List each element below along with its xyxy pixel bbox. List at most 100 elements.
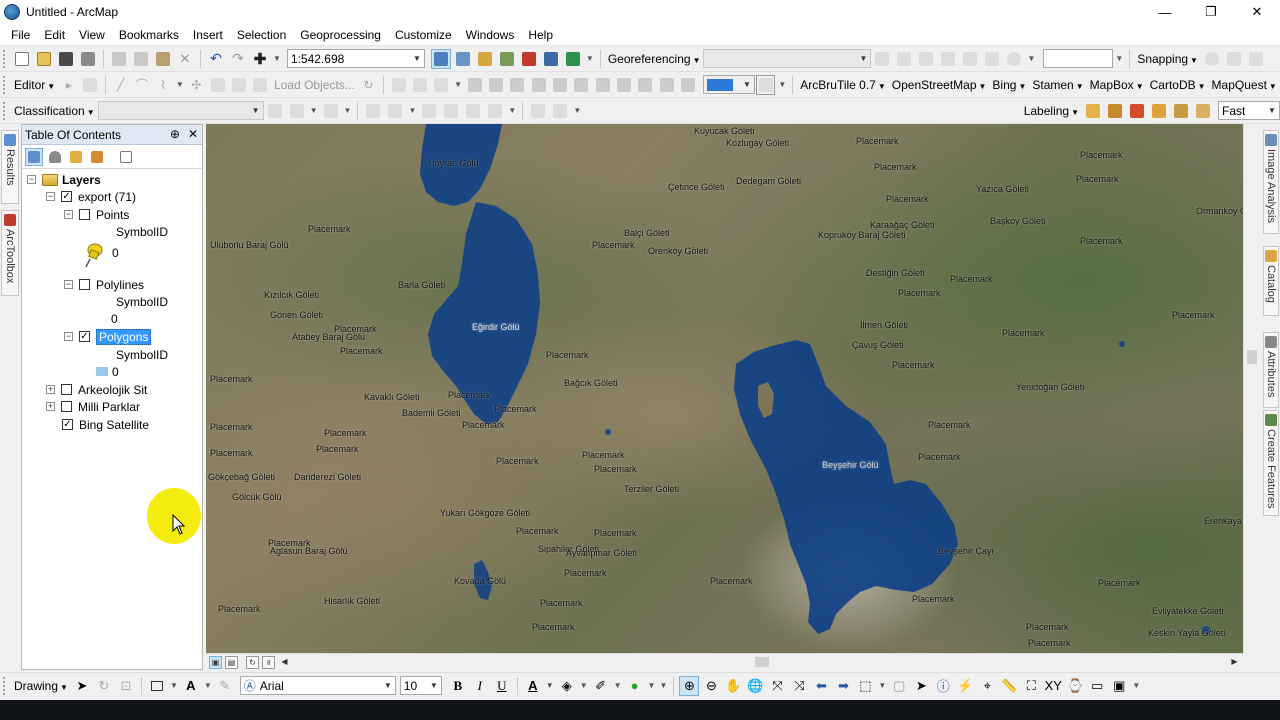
- bold-button[interactable]: B: [448, 676, 468, 696]
- menu-help[interactable]: Help: [521, 28, 560, 42]
- forward-extent-icon[interactable]: ➡: [833, 676, 853, 696]
- image-analysis-tab[interactable]: Image Analysis: [1263, 130, 1279, 234]
- menu-insert[interactable]: Insert: [186, 28, 230, 42]
- snap-point-icon[interactable]: [1202, 49, 1222, 69]
- open-folder-icon[interactable]: [34, 49, 54, 69]
- measure-icon[interactable]: 📏: [999, 676, 1019, 696]
- select-elements-icon[interactable]: ➤: [72, 676, 92, 696]
- list-by-source-icon[interactable]: [46, 148, 64, 166]
- minimize-button[interactable]: —: [1142, 0, 1188, 24]
- basemap-mapquest-menu[interactable]: MapQuest ▼: [1209, 78, 1280, 92]
- collapse-icon[interactable]: −: [64, 280, 73, 289]
- map-scale-combo[interactable]: 1:542.698 ▼: [286, 49, 425, 68]
- classification-menu[interactable]: Classification ▼: [11, 104, 98, 118]
- html-popup-icon[interactable]: ⚡: [955, 676, 975, 696]
- horizontal-scrollbar-thumb[interactable]: [755, 657, 769, 667]
- chevron-down-icon[interactable]: ▼: [878, 681, 886, 690]
- tree-node-polylines[interactable]: − Polylines: [64, 276, 144, 293]
- toolbar-options-icon[interactable]: ▼: [778, 80, 786, 89]
- new-document-icon[interactable]: [12, 49, 32, 69]
- collapse-icon[interactable]: −: [64, 210, 73, 219]
- font-family-combo[interactable]: Ⓐ Arial ▼: [239, 676, 396, 695]
- expand-icon[interactable]: +: [46, 385, 55, 394]
- menu-windows[interactable]: Windows: [459, 28, 522, 42]
- find-route-icon[interactable]: ⌖: [977, 676, 997, 696]
- labeling-menu[interactable]: Labeling ▼: [1021, 104, 1082, 118]
- print-icon[interactable]: [78, 49, 98, 69]
- points-checkbox[interactable]: [79, 209, 90, 220]
- redo-icon[interactable]: ↷: [228, 49, 248, 69]
- chevron-down-icon[interactable]: ▼: [648, 681, 656, 690]
- toolbar-options-icon[interactable]: ▼: [508, 106, 516, 115]
- toolbar-grip[interactable]: [3, 101, 7, 120]
- menu-bookmarks[interactable]: Bookmarks: [112, 28, 186, 42]
- results-tab[interactable]: Results: [1, 130, 19, 204]
- undo-icon[interactable]: ↶: [206, 49, 226, 69]
- delete-icon[interactable]: ✕: [175, 49, 195, 69]
- scroll-right-icon[interactable]: ▶: [1228, 656, 1241, 669]
- expand-icon[interactable]: +: [46, 402, 55, 411]
- map-view[interactable]: Kuyucak Göleti Kozlugay Göleti Dedegam G…: [206, 124, 1243, 653]
- zoom-in-icon[interactable]: ⊕: [679, 675, 700, 696]
- arctoolbox-icon[interactable]: [519, 49, 539, 69]
- clear-selection-icon[interactable]: ▢: [889, 676, 909, 696]
- model-builder-icon[interactable]: [563, 49, 583, 69]
- label-priority-icon[interactable]: [1171, 101, 1191, 121]
- line-color-icon[interactable]: ✐: [591, 676, 611, 696]
- marker-color-icon[interactable]: ●: [625, 676, 645, 696]
- toolbar-options-icon[interactable]: ▼: [586, 54, 594, 63]
- menu-geoprocessing[interactable]: Geoprocessing: [293, 28, 388, 42]
- toolbar-options-icon[interactable]: ▼: [659, 681, 667, 690]
- refresh-view-button[interactable]: ↻: [246, 655, 259, 669]
- snapping-menu[interactable]: Snapping ▼: [1134, 52, 1201, 66]
- select-features-icon[interactable]: ⬚: [855, 676, 875, 696]
- basemap-mapbox-menu[interactable]: MapBox ▼: [1087, 78, 1147, 92]
- menu-edit[interactable]: Edit: [37, 28, 72, 42]
- add-data-dropdown-icon[interactable]: ▼: [273, 54, 281, 63]
- layer-swatch-combo[interactable]: ▼: [702, 75, 755, 94]
- toolbar-options-icon[interactable]: ▼: [1115, 54, 1123, 63]
- tree-node-export[interactable]: − ✓ export (71): [46, 188, 136, 205]
- zoom-out-icon[interactable]: ⊖: [701, 676, 721, 696]
- menu-customize[interactable]: Customize: [388, 28, 459, 42]
- menu-file[interactable]: File: [4, 28, 37, 42]
- toolbar-options-icon[interactable]: ▼: [1132, 681, 1140, 690]
- create-features-tab[interactable]: Create Features: [1263, 410, 1279, 516]
- paste-icon[interactable]: [153, 49, 173, 69]
- create-viewer-icon[interactable]: ▣: [1109, 676, 1129, 696]
- label-weight-icon[interactable]: [1193, 101, 1213, 121]
- viewer-window-icon[interactable]: ▭: [1087, 676, 1107, 696]
- select-elements-pointer-icon[interactable]: ➤: [911, 676, 931, 696]
- data-view-button[interactable]: ▣: [209, 655, 222, 669]
- basemap-openstreetmap-menu[interactable]: OpenStreetMap ▼: [889, 78, 990, 92]
- georef-value-input[interactable]: [1043, 49, 1114, 68]
- maximize-button[interactable]: ❐: [1188, 0, 1234, 24]
- toolbar-grip[interactable]: [3, 75, 7, 94]
- bing-satellite-checkbox[interactable]: ✓: [62, 419, 73, 430]
- chevron-down-icon[interactable]: ▼: [170, 681, 178, 690]
- catalog-tab[interactable]: Catalog: [1263, 246, 1279, 316]
- python-window-icon[interactable]: [541, 49, 561, 69]
- font-color-button[interactable]: A: [523, 676, 543, 696]
- label-quality-combo[interactable]: Fast ▼: [1218, 101, 1280, 120]
- basemap-arcbrutile-menu[interactable]: ArcBruTile 0.7 ▼: [797, 78, 889, 92]
- back-extent-icon[interactable]: ⬅: [811, 676, 831, 696]
- toolbar-options-icon[interactable]: ▼: [344, 106, 352, 115]
- basemap-cartodb-menu[interactable]: CartoDB ▼: [1147, 78, 1209, 92]
- toolbar-grip[interactable]: [3, 49, 7, 68]
- tree-node-polygons[interactable]: − ✓ Polygons: [64, 328, 152, 345]
- fill-color-icon[interactable]: ◈: [557, 676, 577, 696]
- list-by-drawing-order-icon[interactable]: [25, 147, 43, 166]
- label-manager-icon[interactable]: [1083, 101, 1103, 121]
- menu-selection[interactable]: Selection: [230, 28, 293, 42]
- snap-vertex-icon[interactable]: [1246, 49, 1266, 69]
- polylines-checkbox[interactable]: [79, 279, 90, 290]
- chevron-down-icon[interactable]: ▼: [204, 681, 212, 690]
- toc-window-icon[interactable]: [453, 49, 473, 69]
- georeferencing-menu[interactable]: Georeferencing ▼: [605, 52, 704, 66]
- identify-icon[interactable]: ⓘ: [933, 676, 953, 696]
- scroll-left-icon[interactable]: ◀: [278, 656, 291, 669]
- save-icon[interactable]: [56, 49, 76, 69]
- view-unplaced-labels-icon[interactable]: [1149, 101, 1169, 121]
- font-size-combo[interactable]: 10 ▼: [399, 676, 442, 695]
